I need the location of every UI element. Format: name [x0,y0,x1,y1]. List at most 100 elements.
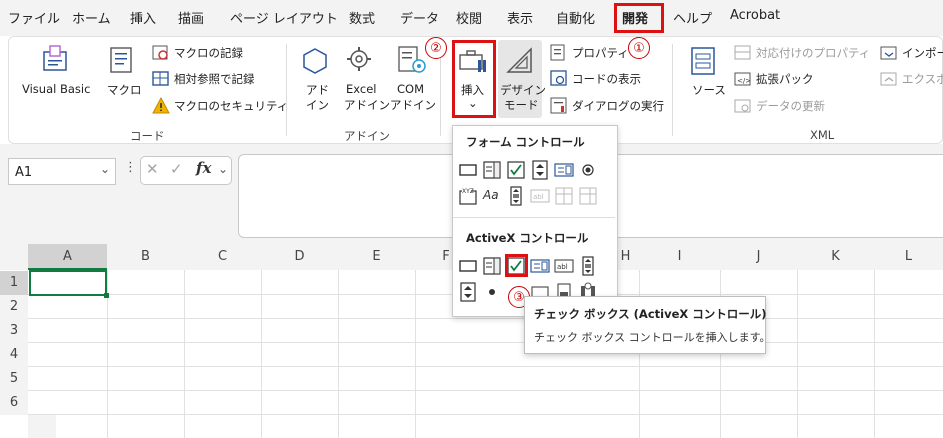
row-header-3[interactable]: 3 [0,319,28,343]
code-group-label: コード [130,129,165,143]
activex-scroll-bar-icon[interactable] [578,256,598,276]
tooltip-title: チェック ボックス (ActiveX コントロール) [534,307,767,321]
addin-label-1[interactable]: アド [306,82,329,98]
tab-review[interactable]: 校閲 [456,8,482,27]
activex-list-box-icon[interactable] [530,256,550,276]
group-box-icon[interactable]: XYZ [458,186,478,206]
tab-formulas[interactable]: 数式 [349,8,375,27]
grid-line [28,390,943,391]
fill-handle[interactable] [104,293,109,298]
com-addin-icon[interactable] [396,44,428,76]
tab-help[interactable]: ヘルプ [673,8,712,27]
excel-addin-label-2[interactable]: アドイン [344,97,390,113]
macro-label[interactable]: マクロ [107,82,142,98]
expansion-packs-button[interactable]: 拡張パック [756,71,814,87]
properties-button[interactable]: プロパティ [572,45,629,61]
activex-spin-button-icon[interactable] [458,282,478,302]
xml-source-icon[interactable] [690,46,718,76]
visual-basic-label[interactable]: Visual Basic [22,82,90,96]
addin-label-2[interactable]: イン [306,97,329,113]
run-dialog-button[interactable]: ダイアログの実行 [572,98,664,114]
column-header-b[interactable]: B [107,244,184,270]
record-macro-button[interactable]: マクロの記録 [174,45,243,61]
tab-home[interactable]: ホーム [72,8,111,27]
column-header-e[interactable]: E [338,244,415,270]
tab-draw[interactable]: 描画 [178,8,204,27]
activex-controls-header: ActiveX コントロール [466,231,589,245]
insert-function-icon[interactable]: fx [196,159,211,177]
tab-page-layout[interactable]: ページ レイアウト [230,8,338,27]
option-button-icon[interactable] [578,160,598,180]
view-code-icon [550,70,567,86]
design-mode-label-2[interactable]: モード [504,97,539,113]
row-header-6[interactable]: 6 [0,391,28,415]
tab-data[interactable]: データ [400,8,439,27]
relative-reference-button[interactable]: 相対参照で記録 [174,71,255,87]
spin-button-icon[interactable] [530,160,550,180]
export-button[interactable]: エクスポ [902,71,943,87]
activex-combo-box-icon[interactable] [482,256,502,276]
column-header-j[interactable]: J [720,244,797,270]
grid-line [28,342,943,343]
design-mode-icon[interactable] [505,46,535,76]
com-addin-label-1[interactable]: COM [397,82,424,96]
macro-icon[interactable] [108,46,134,74]
tab-file[interactable]: ファイル [8,8,60,27]
xml-source-label[interactable]: ソース [692,82,726,98]
row-header-2[interactable]: 2 [0,295,28,319]
grid-line [261,270,262,438]
map-properties-button[interactable]: 対応付けのプロパティ [756,45,870,61]
selected-cell-a1[interactable] [29,270,107,296]
column-header-l[interactable]: L [874,244,943,270]
svg-text:</>: </> [737,77,751,85]
view-code-button[interactable]: コードの表示 [572,71,641,87]
row-header-4[interactable]: 4 [0,343,28,367]
cancel-icon[interactable]: ✕ [146,160,159,178]
formula-dropdown-icon[interactable]: ⌄ [218,162,228,176]
button-control-icon[interactable] [458,160,478,180]
row-header-5[interactable]: 5 [0,367,28,391]
tooltip [524,296,766,354]
relative-reference-icon [152,71,169,86]
checkbox-form-icon[interactable] [506,160,526,180]
column-header-c[interactable]: C [184,244,261,270]
tab-acrobat[interactable]: Acrobat [730,8,780,23]
text-field-icon[interactable]: abl [530,186,550,206]
gear-icon[interactable] [344,44,374,74]
tab-automate[interactable]: 自動化 [556,8,595,27]
excel-addin-label-1[interactable]: Excel [346,82,376,96]
scroll-bar-icon[interactable] [506,186,526,206]
map-properties-icon [734,45,751,60]
column-header-d[interactable]: D [261,244,338,270]
more-options-icon[interactable]: ⋮ [124,160,137,175]
step-2-marker: ② [425,37,447,59]
activex-button-icon[interactable] [458,256,478,276]
tab-insert[interactable]: 挿入 [130,8,156,27]
label-control-icon[interactable]: Aa [483,188,499,202]
activex-checkbox-highlight [505,254,528,277]
properties-icon [550,44,565,61]
tab-view[interactable]: 表示 [507,8,533,27]
macro-security-button[interactable]: マクロのセキュリティ [174,98,288,114]
column-header-k[interactable]: K [797,244,874,270]
name-box-dropdown-icon[interactable]: ⌄ [100,162,110,176]
activex-option-button-icon[interactable] [482,282,502,302]
enter-check-icon[interactable]: ✓ [170,160,183,178]
addin-icon[interactable] [300,46,330,76]
popup-divider [453,217,615,218]
design-mode-label-1[interactable]: デザイン [500,82,546,98]
row-header-1[interactable]: 1 [0,271,28,295]
activex-text-box-icon[interactable]: abl [554,256,574,276]
combo-dropdown-icon[interactable] [578,186,598,206]
combo-box-icon[interactable] [482,160,502,180]
com-addin-label-2[interactable]: アドイン [390,97,436,113]
list-box-icon[interactable] [554,160,574,180]
column-header-a[interactable]: A [28,244,107,270]
column-header-i[interactable]: I [639,244,720,270]
developer-tab-highlight [614,3,664,33]
refresh-data-button[interactable]: データの更新 [756,98,825,114]
combo-list-icon[interactable] [554,186,574,206]
visual-basic-icon[interactable] [40,44,70,74]
group-separator [672,44,673,136]
import-button[interactable]: インポー [902,45,943,61]
